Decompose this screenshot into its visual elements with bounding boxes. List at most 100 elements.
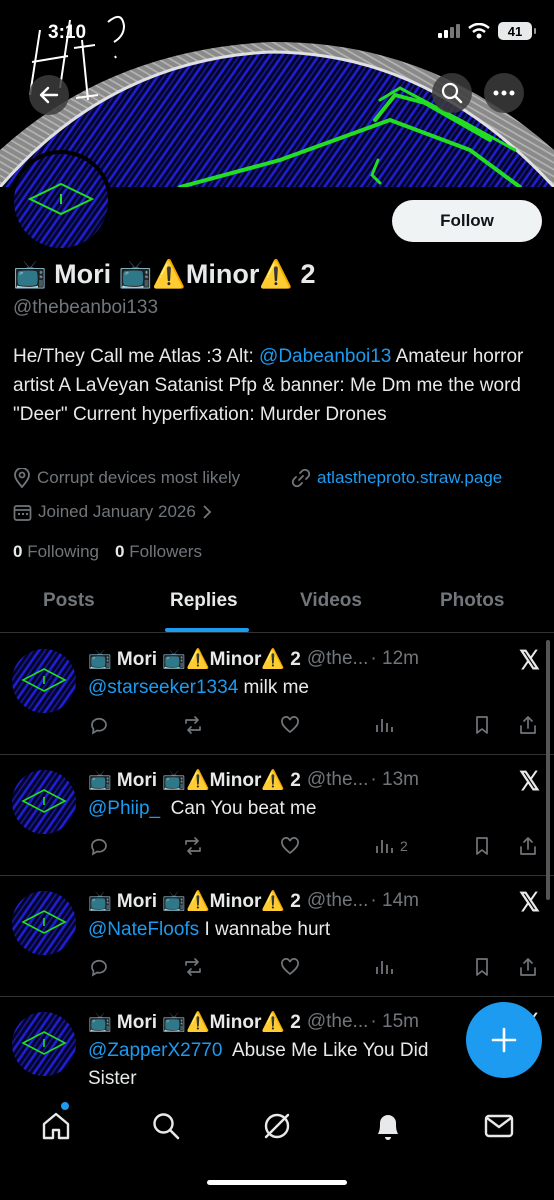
reply-post[interactable]: 📺 Mori 📺⚠️Minor⚠️ 2 @the... · 12m 𝕏 @sta…	[0, 633, 554, 755]
x-logo-icon[interactable]: 𝕏	[519, 766, 540, 797]
post-avatar[interactable]	[12, 891, 76, 955]
post-actions: 2	[88, 836, 540, 864]
post-author-handle: @the...	[306, 1011, 369, 1032]
tab-photos[interactable]: Photos	[440, 590, 504, 612]
x-logo-icon[interactable]: 𝕏	[519, 887, 540, 918]
post-author-name[interactable]: 📺 Mori 📺⚠️Minor⚠️ 2	[88, 647, 301, 671]
following-count: 0	[13, 542, 23, 561]
nav-grok[interactable]	[259, 1108, 295, 1144]
back-button[interactable]	[29, 75, 69, 115]
repost-button[interactable]	[183, 715, 203, 735]
share-button[interactable]	[518, 957, 538, 977]
views-button[interactable]	[374, 957, 394, 977]
post-mention[interactable]: @NateFloofs	[88, 919, 199, 940]
website-link[interactable]: atlastheproto.straw.page	[317, 468, 502, 488]
post-author-name[interactable]: 📺 Mori 📺⚠️Minor⚠️ 2	[88, 1010, 301, 1034]
reply-button[interactable]	[88, 836, 108, 856]
like-button[interactable]	[280, 715, 300, 735]
post-mention[interactable]: @ZapperX2770	[88, 1040, 222, 1061]
views-icon	[376, 961, 393, 974]
battery-indicator: 41	[498, 22, 536, 40]
post-time: · 14m	[370, 890, 419, 911]
post-author-handle: @the...	[306, 769, 369, 790]
share-icon	[520, 958, 536, 976]
views-icon	[376, 840, 393, 853]
signal-icon	[438, 24, 460, 38]
more-icon	[493, 90, 515, 96]
post-avatar[interactable]	[12, 770, 76, 834]
reply-post[interactable]: 📺 Mori 📺⚠️Minor⚠️ 2 @the... · 14m 𝕏 @Nat…	[0, 875, 554, 997]
profile-joined[interactable]: Joined January 2026	[13, 502, 212, 522]
bookmark-button[interactable]	[472, 715, 492, 735]
reply-button[interactable]	[88, 715, 108, 735]
post-header: 📺 Mori 📺⚠️Minor⚠️ 2 @the... · 12m	[88, 647, 419, 671]
post-time: · 13m	[370, 769, 419, 790]
followers-label: Followers	[129, 542, 202, 561]
like-icon	[281, 716, 299, 734]
post-body: I wannabe hurt	[199, 919, 331, 940]
following-link[interactable]: 0 Following	[13, 542, 99, 562]
follow-stats: 0 Following 0 Followers	[13, 542, 202, 562]
bookmark-button[interactable]	[472, 957, 492, 977]
like-button[interactable]	[280, 836, 300, 856]
repost-button[interactable]	[183, 957, 203, 977]
like-icon	[281, 837, 299, 855]
joined-text: Joined January 2026	[38, 502, 196, 521]
post-text: @starseeker1334 milk me	[88, 677, 309, 699]
share-button[interactable]	[518, 836, 538, 856]
active-tab-indicator	[165, 628, 249, 632]
avatar-image	[12, 1012, 76, 1076]
tab-replies[interactable]: Replies	[170, 590, 238, 612]
compose-button[interactable]	[466, 1002, 542, 1078]
follow-button[interactable]: Follow	[392, 200, 542, 242]
nav-messages[interactable]	[481, 1108, 517, 1144]
post-body: Can You beat me	[160, 798, 317, 819]
more-button[interactable]	[484, 73, 524, 113]
nav-home[interactable]	[38, 1108, 74, 1144]
bookmark-button[interactable]	[472, 836, 492, 856]
grok-icon	[264, 1113, 290, 1139]
share-button[interactable]	[518, 715, 538, 735]
post-text: @NateFloofs I wannabe hurt	[88, 919, 330, 941]
avatar-image	[12, 891, 76, 955]
post-avatar[interactable]	[12, 649, 76, 713]
avatar-image	[12, 649, 76, 713]
search-button[interactable]	[432, 73, 472, 113]
profile-website[interactable]: atlastheproto.straw.page	[291, 468, 502, 488]
reply-post[interactable]: 📺 Mori 📺⚠️Minor⚠️ 2 @the... · 13m 𝕏 @Phi…	[0, 754, 554, 876]
repost-icon	[185, 958, 201, 976]
profile-location: Corrupt devices most likely	[13, 468, 240, 488]
reply-icon	[91, 838, 107, 856]
post-avatar[interactable]	[12, 1012, 76, 1076]
post-time: · 12m	[370, 648, 419, 669]
tab-posts[interactable]: Posts	[43, 590, 95, 612]
bookmark-icon	[476, 837, 488, 855]
post-author-name[interactable]: 📺 Mori 📺⚠️Minor⚠️ 2	[88, 889, 301, 913]
tab-videos[interactable]: Videos	[300, 590, 362, 612]
views-button[interactable]	[374, 715, 394, 735]
post-author-handle: @the...	[306, 890, 369, 911]
followers-link[interactable]: 0 Followers	[115, 542, 202, 562]
profile-avatar[interactable]	[10, 150, 112, 252]
repost-icon	[185, 716, 201, 734]
mail-icon	[484, 1114, 514, 1138]
home-notification-dot	[61, 1102, 69, 1110]
post-mention[interactable]: @Phiip_	[88, 798, 160, 819]
scrollbar[interactable]	[546, 640, 550, 900]
views-count: 2	[400, 838, 408, 854]
post-mention[interactable]: @starseeker1334	[88, 677, 238, 698]
like-icon	[281, 958, 299, 976]
nav-search[interactable]	[148, 1108, 184, 1144]
repost-button[interactable]	[183, 836, 203, 856]
post-author-name[interactable]: 📺 Mori 📺⚠️Minor⚠️ 2	[88, 768, 301, 792]
profile-bio: He/They Call me Atlas :3 Alt: @Dabeanboi…	[13, 342, 543, 429]
like-button[interactable]	[280, 957, 300, 977]
bio-mention-link[interactable]: @Dabeanboi13	[259, 346, 391, 367]
post-body: milk me	[238, 677, 309, 698]
views-button[interactable]: 2	[374, 836, 408, 856]
nav-notifications[interactable]	[370, 1108, 406, 1144]
reply-icon	[91, 959, 107, 977]
x-logo-icon[interactable]: 𝕏	[519, 645, 540, 676]
status-time: 3:10	[48, 22, 87, 43]
reply-button[interactable]	[88, 957, 108, 977]
